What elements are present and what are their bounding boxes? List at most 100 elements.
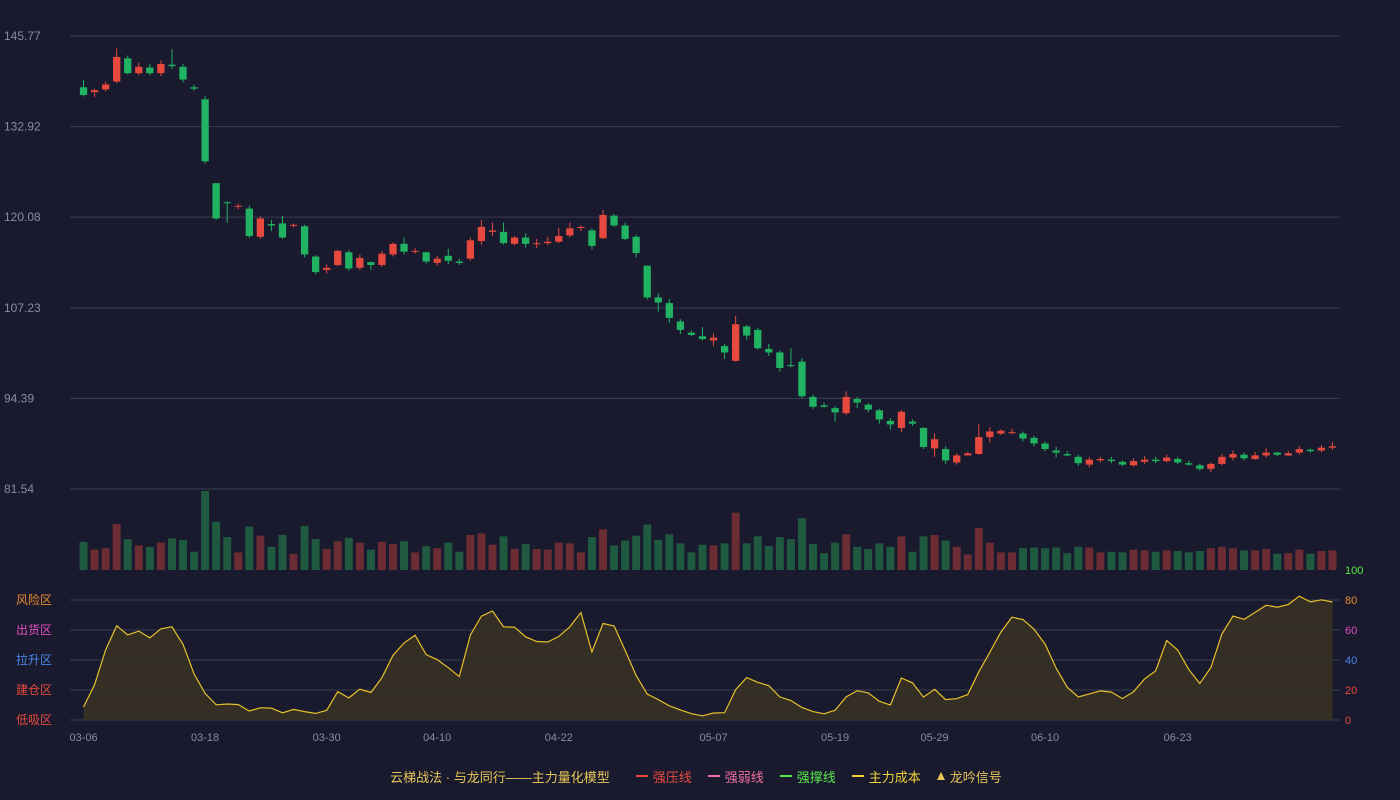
volume-bar	[1306, 553, 1315, 570]
candle-body	[378, 253, 386, 266]
volume-bar	[643, 524, 652, 570]
legend-item-dragon-signal[interactable]: 龙吟信号	[936, 767, 1002, 786]
volume-bar	[79, 541, 88, 570]
candle-body	[953, 455, 961, 463]
osc-zone-label: 风险区	[16, 592, 52, 607]
candle-body	[146, 67, 154, 74]
candle-body	[842, 396, 850, 414]
volume-bar	[543, 549, 552, 570]
volume-bar	[587, 537, 596, 570]
x-axis-label: 04-22	[545, 732, 573, 744]
candle-body	[897, 411, 906, 428]
volume-bar	[1074, 546, 1083, 570]
osc-zone-label: 拉升区	[16, 652, 52, 667]
candle-body	[1085, 459, 1093, 465]
volume-bar	[112, 523, 121, 570]
volume-bar	[1295, 549, 1304, 570]
candle-body	[698, 336, 707, 340]
strength-line-marker	[707, 775, 720, 777]
candle-body	[1328, 446, 1337, 448]
candle-body	[544, 241, 552, 244]
candle-body	[212, 183, 220, 219]
volume-bar	[123, 539, 132, 570]
candle-body	[90, 90, 99, 93]
candle-body	[1218, 456, 1226, 464]
price-axis-label: 107.23	[4, 301, 41, 315]
volume-bar	[521, 544, 530, 570]
candle-body	[709, 337, 718, 341]
candle-body	[964, 453, 972, 456]
volume-bar	[941, 540, 950, 570]
volume-bar	[908, 551, 917, 570]
candle-body	[555, 236, 563, 242]
candle-body	[477, 226, 486, 242]
volume-bar	[389, 544, 397, 570]
candle-body	[1129, 461, 1138, 466]
volume-bar	[212, 521, 221, 570]
volume-bar	[1217, 546, 1226, 570]
candle-body	[510, 237, 519, 244]
volume-bar	[897, 536, 906, 570]
legend-item-support-line[interactable]: 强撑线	[779, 767, 836, 786]
candle-body	[1008, 432, 1016, 434]
candle-body	[234, 205, 242, 207]
volume-bar	[532, 548, 541, 570]
price-axis-label: 94.39	[4, 391, 34, 405]
volume-bar	[510, 548, 519, 570]
volume-bar	[455, 551, 464, 570]
candle-body	[765, 348, 773, 353]
candle-body	[864, 404, 872, 410]
candle-body	[1074, 456, 1082, 464]
candle-body	[975, 437, 983, 455]
x-axis-label: 05-07	[699, 732, 727, 744]
candle-body	[720, 346, 729, 353]
pressure-line-marker	[635, 775, 648, 777]
candle-body	[687, 332, 696, 335]
osc-axis-label: 80	[1345, 595, 1357, 607]
volume-bar	[985, 542, 994, 570]
volume-bar	[654, 539, 663, 570]
volume-bar	[1052, 547, 1061, 570]
candle-body	[1251, 455, 1259, 459]
volume-bar	[565, 543, 574, 570]
legend-item-main-cost[interactable]: 主力成本	[851, 767, 921, 786]
candle-body	[676, 321, 685, 330]
candle-body	[754, 329, 762, 349]
candle-body	[831, 408, 839, 413]
volume-bar	[1195, 551, 1204, 570]
candle-body	[853, 399, 861, 403]
candle-body	[157, 63, 165, 74]
candle-body	[566, 228, 574, 236]
volume-bar	[599, 529, 607, 570]
candle-body	[886, 420, 895, 425]
volume-bar	[786, 539, 795, 570]
candle-body	[610, 215, 618, 226]
legend-item-strength-line[interactable]: 强弱线	[707, 767, 764, 786]
candle-body	[455, 261, 463, 263]
candle-body	[1107, 459, 1116, 462]
candle-body	[521, 237, 530, 244]
volume-bar	[245, 526, 254, 570]
candle-body	[135, 66, 143, 74]
legend-item-pressure-line[interactable]: 强压线	[635, 767, 692, 786]
volume-bar	[466, 534, 475, 570]
volume-bar	[1206, 548, 1215, 570]
candle-body	[1140, 459, 1149, 462]
x-axis-label: 03-06	[69, 732, 97, 744]
candle-body	[1306, 449, 1315, 452]
volume-bar	[300, 525, 309, 570]
volume-bar	[289, 553, 298, 570]
volume-bar	[366, 549, 375, 570]
volume-bar	[377, 541, 386, 570]
volume-bar	[278, 534, 287, 570]
support-line-marker	[779, 775, 792, 777]
volume-bar	[344, 537, 353, 570]
candle-body	[1019, 433, 1027, 439]
volume-bar	[554, 542, 563, 570]
volume-bar	[632, 535, 641, 570]
volume-bar	[875, 543, 884, 570]
candle-body	[577, 226, 585, 228]
candle-body	[79, 87, 88, 96]
volume-bar	[576, 552, 585, 570]
volume-bar	[201, 491, 210, 570]
